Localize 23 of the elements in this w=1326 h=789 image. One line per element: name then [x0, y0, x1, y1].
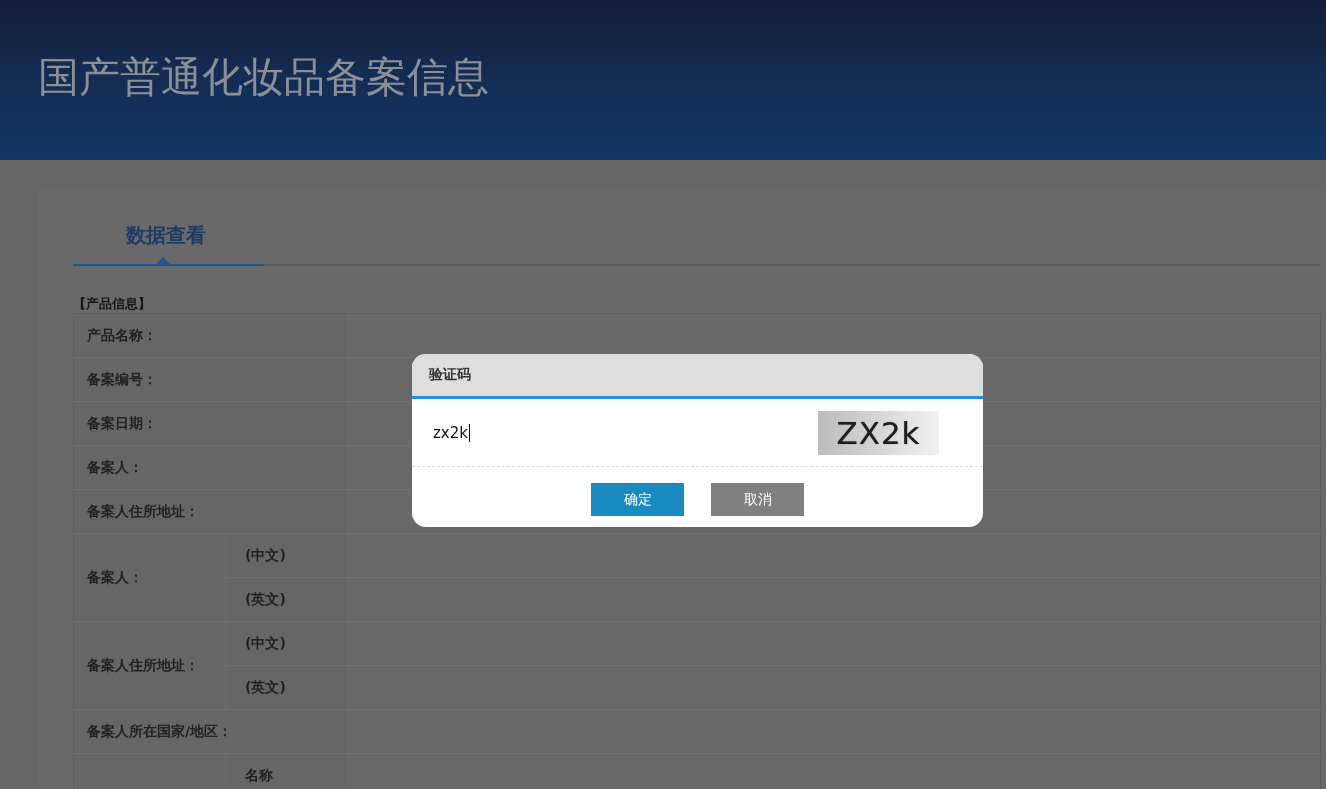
label-cell: 备案人： [73, 533, 226, 622]
section-title: 【产品信息】 [73, 295, 152, 313]
captcha-image[interactable]: ZX2k [818, 410, 939, 455]
tab-pointer-icon [156, 257, 170, 264]
sublabel-cell: 名称 [225, 753, 349, 789]
label-cell: 备案日期： [73, 401, 349, 446]
label-cell: 备案编号： [73, 357, 349, 402]
label-cell: 备案人住所地址： [73, 489, 349, 534]
tab[interactable]: 数据查看 [73, 210, 264, 266]
sublabel-cell: (英文) [225, 577, 349, 622]
sublabel-cell: (英文) [225, 665, 349, 710]
sublabel-cell: (中文) [225, 533, 349, 578]
confirm-button[interactable]: 确定 [591, 483, 684, 516]
label-cell: 产品名称： [73, 313, 349, 358]
text-cursor-icon [469, 423, 470, 442]
label-cell: 备案人住所地址： [73, 621, 226, 710]
label-cell: 备案人所在国家/地区： [73, 709, 349, 754]
page-title: 国产普通化妆品备案信息 [38, 53, 489, 104]
dialog-title: 验证码 [429, 366, 471, 384]
captcha-input[interactable]: zx2k [433, 417, 798, 448]
sublabel-cell: (中文) [225, 621, 349, 666]
label-cell: 备案人： [73, 445, 349, 490]
cancel-button[interactable]: 取消 [711, 483, 804, 516]
